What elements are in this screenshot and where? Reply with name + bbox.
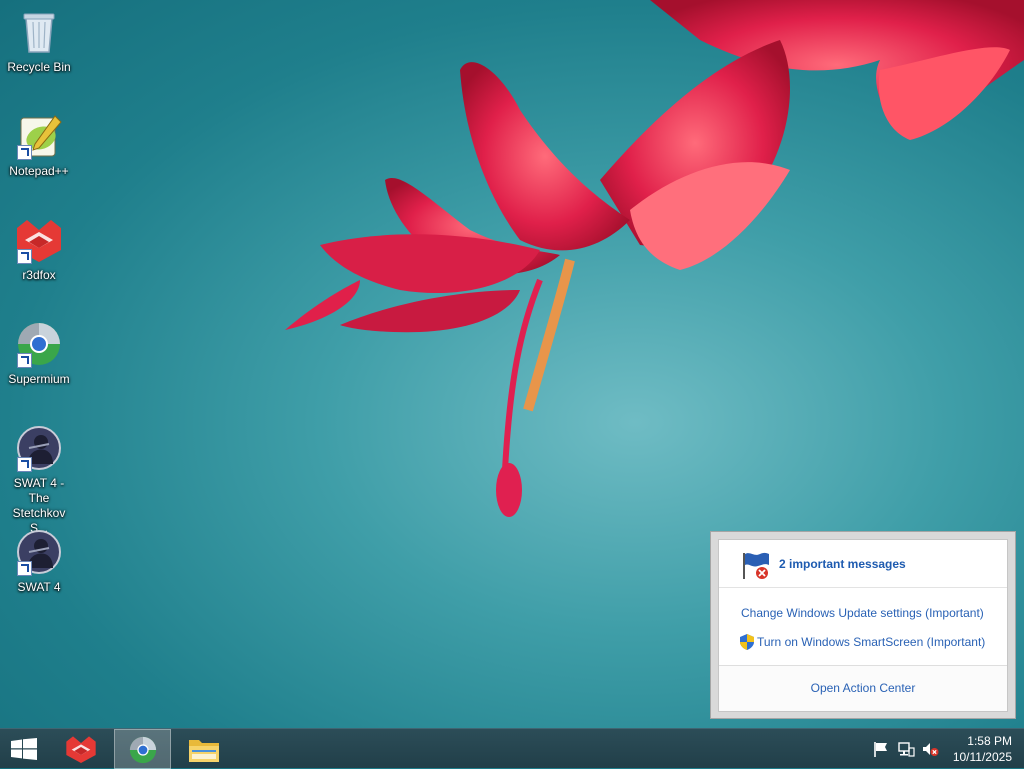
taskbar-r3dfox[interactable] xyxy=(53,729,110,769)
desktop-icon-r3dfox[interactable]: r3dfox xyxy=(0,210,78,283)
swat4-icon xyxy=(15,424,63,472)
windows-update-settings-link[interactable]: Change Windows Update settings (Importan… xyxy=(741,606,984,620)
shortcut-arrow-icon xyxy=(17,353,32,368)
desktop-icon-label: Recycle Bin xyxy=(7,60,71,74)
shortcut-arrow-icon xyxy=(17,457,32,472)
shortcut-arrow-icon xyxy=(17,145,32,160)
desktop-icon-notepad-plus-plus[interactable]: Notepad++ xyxy=(0,106,78,179)
desktop-icon-recycle-bin[interactable]: Recycle Bin xyxy=(0,2,78,75)
taskbar-supermium[interactable] xyxy=(114,729,171,769)
desktop-icon-supermium[interactable]: Supermium xyxy=(0,314,78,387)
action-center-tray-flag-icon[interactable] xyxy=(872,740,890,758)
shortcut-arrow-icon xyxy=(17,249,32,264)
windows-logo-icon xyxy=(11,738,37,760)
r3dfox-icon xyxy=(66,736,96,763)
popup-header: 2 important messages xyxy=(719,540,1007,588)
folder-icon xyxy=(189,740,219,762)
r3dfox-icon xyxy=(15,216,63,264)
desktop-icon-label: SWAT 4 xyxy=(17,580,61,594)
desktop-icon-label: Notepad++ xyxy=(9,164,69,178)
clock-date: 10/11/2025 xyxy=(952,750,1012,764)
notepad-plus-plus-icon xyxy=(15,112,63,160)
system-clock[interactable]: 1:58 PM 10/11/2025 xyxy=(932,733,1012,765)
open-action-center-link[interactable]: Open Action Center xyxy=(719,665,1007,711)
start-button[interactable] xyxy=(0,729,48,769)
desktop-icon-label: Supermium xyxy=(8,372,70,386)
supermium-icon xyxy=(15,320,63,368)
notification-title[interactable]: 2 important messages xyxy=(779,557,906,571)
recycle-bin-icon xyxy=(15,8,63,56)
network-icon[interactable] xyxy=(897,740,915,758)
popup-content: 2 important messages Change Windows Upda… xyxy=(718,539,1008,712)
supermium-icon xyxy=(129,736,157,764)
action-center-flag-icon xyxy=(743,552,769,580)
desktop-icon-swat4-stetchkov[interactable]: SWAT 4 - The Stetchkov S... xyxy=(0,418,78,536)
taskbar: 1:58 PM 10/11/2025 xyxy=(0,728,1024,769)
taskbar-file-explorer[interactable] xyxy=(176,729,233,769)
smartscreen-link[interactable]: Turn on Windows SmartScreen (Important) xyxy=(757,635,985,649)
action-center-popup: 2 important messages Change Windows Upda… xyxy=(710,531,1016,719)
clock-time: 1:58 PM xyxy=(967,734,1012,748)
shortcut-arrow-icon xyxy=(17,561,32,576)
desktop-icon-label: r3dfox xyxy=(22,268,56,282)
swat4-icon xyxy=(15,528,63,576)
desktop-icon-swat4[interactable]: SWAT 4 xyxy=(0,522,78,595)
uac-shield-icon xyxy=(740,634,754,650)
